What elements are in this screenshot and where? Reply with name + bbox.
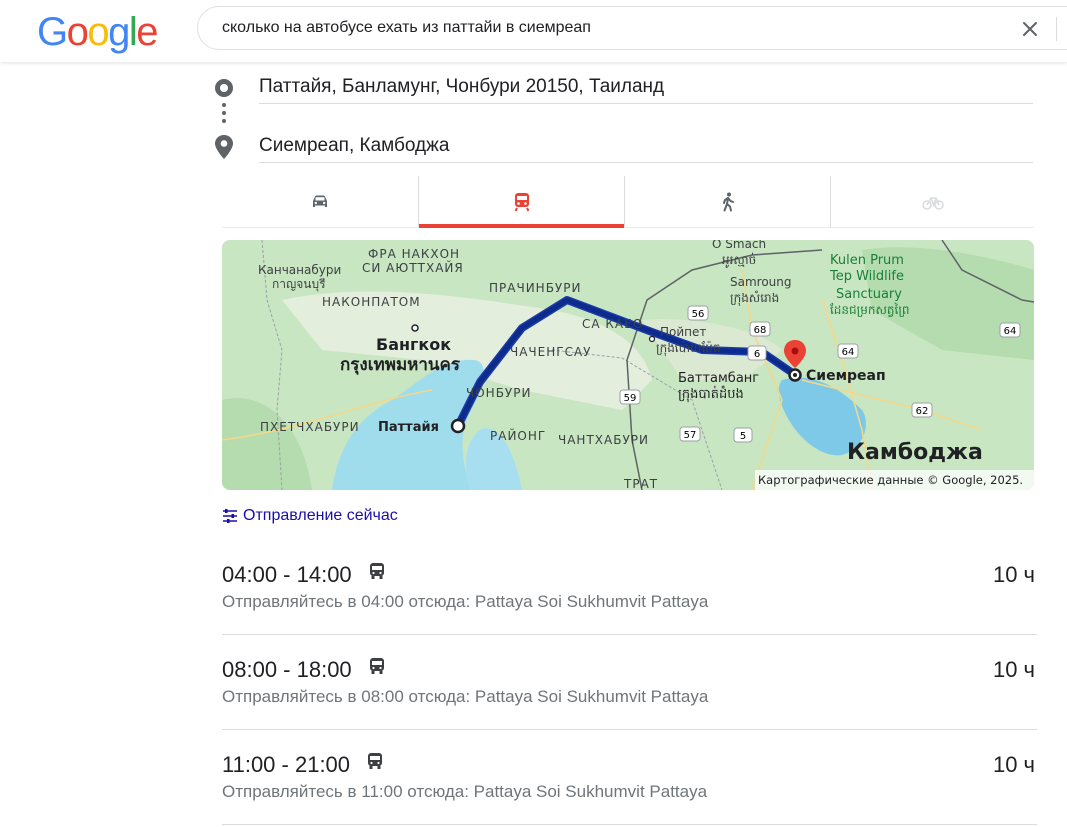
google-logo[interactable]: Google	[37, 10, 158, 54]
map-label: Kulen Prum	[830, 253, 904, 268]
map-label: ដែនជម្រកសត្វព្រៃ	[830, 302, 910, 317]
trip-option[interactable]: 04:00 - 14:00 10 ч Отправляйтесь в 04:00…	[222, 540, 1037, 635]
map-label: СИ АЮТТХАЙЯ	[362, 260, 464, 275]
bike-icon	[921, 196, 944, 210]
road-shield: 64	[1004, 326, 1017, 337]
depart-now-button[interactable]: Отправление сейчас	[222, 507, 398, 525]
trip-departure-note: Отправляйтесь в 11:00 отсюда: Pattaya So…	[222, 782, 708, 801]
map-label: ТРАТ	[623, 477, 658, 490]
road-shield: 56	[692, 309, 705, 320]
map-label: ក្រុងបាត់ដំបង	[678, 385, 744, 403]
map-label: Камбоджа	[847, 440, 983, 465]
travel-mode-tabs	[222, 176, 1034, 228]
map-label: СА КАЕО	[582, 317, 643, 331]
road-shield: 5	[740, 431, 746, 442]
clear-search-button[interactable]	[1018, 17, 1042, 41]
origin-field[interactable]: Паттайя, Банламунг, Чонбури 20150, Таила…	[259, 70, 1033, 104]
trip-time: 04:00 - 14:00	[222, 562, 352, 587]
car-icon	[313, 195, 327, 207]
walk-icon	[722, 192, 734, 211]
search-input[interactable]	[222, 7, 1002, 49]
route-dot	[222, 111, 226, 115]
trip-duration: 10 ч	[992, 752, 1035, 777]
logo-letter: o	[66, 10, 89, 54]
map-label: ЧОНБУРИ	[466, 386, 531, 400]
map-label: ក្រុងសំរោង	[730, 290, 779, 306]
map-label: Пойпет	[660, 325, 706, 339]
bus-icon	[368, 753, 382, 769]
trip-option[interactable]: 08:00 - 18:00 10 ч Отправляйтесь в 08:00…	[222, 635, 1037, 730]
road-shield: 64	[842, 347, 855, 358]
map-origin-marker[interactable]	[450, 418, 466, 434]
map-label: Сиемреап	[806, 368, 886, 384]
map-canvas: 56 68 6 64 64 59 57 5 62 Канчанабури กาญ…	[222, 240, 1034, 490]
bus-icon	[370, 563, 384, 579]
map-label: กาญจนบุรี	[272, 277, 326, 292]
map-label: Sanctuary	[836, 287, 902, 302]
route-dot	[222, 103, 226, 107]
train-icon	[514, 192, 529, 211]
map-label: ЧАНТХАБУРИ	[558, 433, 649, 447]
map-label: РАЙОНГ	[490, 428, 546, 443]
map-label: Бангкок	[376, 335, 451, 354]
road-shield: 59	[624, 393, 637, 404]
trip-departure-note: Отправляйтесь в 08:00 отсюда: Pattaya So…	[222, 687, 709, 706]
trip-duration: 10 ч	[992, 657, 1035, 682]
road-shield: 57	[684, 430, 697, 441]
route-dot	[222, 119, 226, 123]
tune-icon	[223, 509, 237, 523]
trip-option[interactable]: 11:00 - 21:00 10 ч Отправляйтесь в 11:00…	[222, 730, 1037, 825]
logo-letter: G	[37, 10, 68, 54]
map-label: Паттайя	[378, 420, 439, 435]
tab-transit[interactable]	[419, 176, 625, 228]
map-label: ក្រុងប៉ោយប៉ែត	[656, 340, 721, 356]
map-label: ЧАЧЕНГСАУ	[510, 345, 592, 359]
depart-now-label: Отправление сейчас	[243, 507, 398, 524]
map-label: กรุงเทพมหานคร	[340, 355, 461, 375]
road-shield: 68	[754, 325, 767, 336]
destination-field[interactable]: Сиемреап, Камбоджа	[259, 129, 1033, 163]
map-label: អូរស្មាច់	[722, 252, 756, 268]
origin-circle-icon	[215, 79, 233, 97]
map-label: Канчанабури	[258, 263, 341, 277]
trip-time: 08:00 - 18:00	[222, 657, 352, 682]
search-header: Google	[0, 0, 1067, 62]
tab-walking[interactable]	[625, 176, 831, 227]
map-label: O Smach	[712, 240, 766, 251]
trip-time: 11:00 - 21:00	[222, 752, 351, 777]
map-label: НАКОНПАТОМ	[322, 295, 421, 309]
trip-departure-note: Отправляйтесь в 04:00 отсюда: Pattaya So…	[222, 592, 709, 611]
search-divider	[1056, 17, 1057, 41]
map-label: ПХЕТЧХАБУРИ	[260, 420, 360, 434]
bus-icon	[370, 658, 384, 674]
destination-pin-icon	[215, 135, 233, 159]
tab-cycling[interactable]	[831, 176, 1034, 227]
close-icon	[1023, 22, 1037, 36]
trip-duration: 10 ч	[992, 562, 1035, 587]
map-label: ПРАЧИНБУРИ	[489, 281, 581, 295]
map-label: Баттамбанг	[678, 371, 759, 386]
route-map[interactable]: 56 68 6 64 64 59 57 5 62 Канчанабури กาญ…	[222, 240, 1034, 490]
map-attribution: Картографические данные © Google, 2025.	[758, 473, 1023, 487]
road-shield: 6	[754, 349, 760, 360]
map-label: Samroung	[730, 275, 792, 289]
tab-driving[interactable]	[222, 176, 419, 227]
logo-letter: e	[136, 10, 158, 54]
logo-letter: g	[108, 10, 130, 54]
trip-list: 04:00 - 14:00 10 ч Отправляйтесь в 04:00…	[222, 540, 1037, 825]
road-shield: 62	[916, 406, 929, 417]
map-label: ФРА НАКХОН	[368, 247, 460, 261]
map-label: Tep Wildlife	[829, 269, 904, 284]
search-box	[197, 6, 1067, 50]
logo-letter: o	[87, 10, 109, 54]
